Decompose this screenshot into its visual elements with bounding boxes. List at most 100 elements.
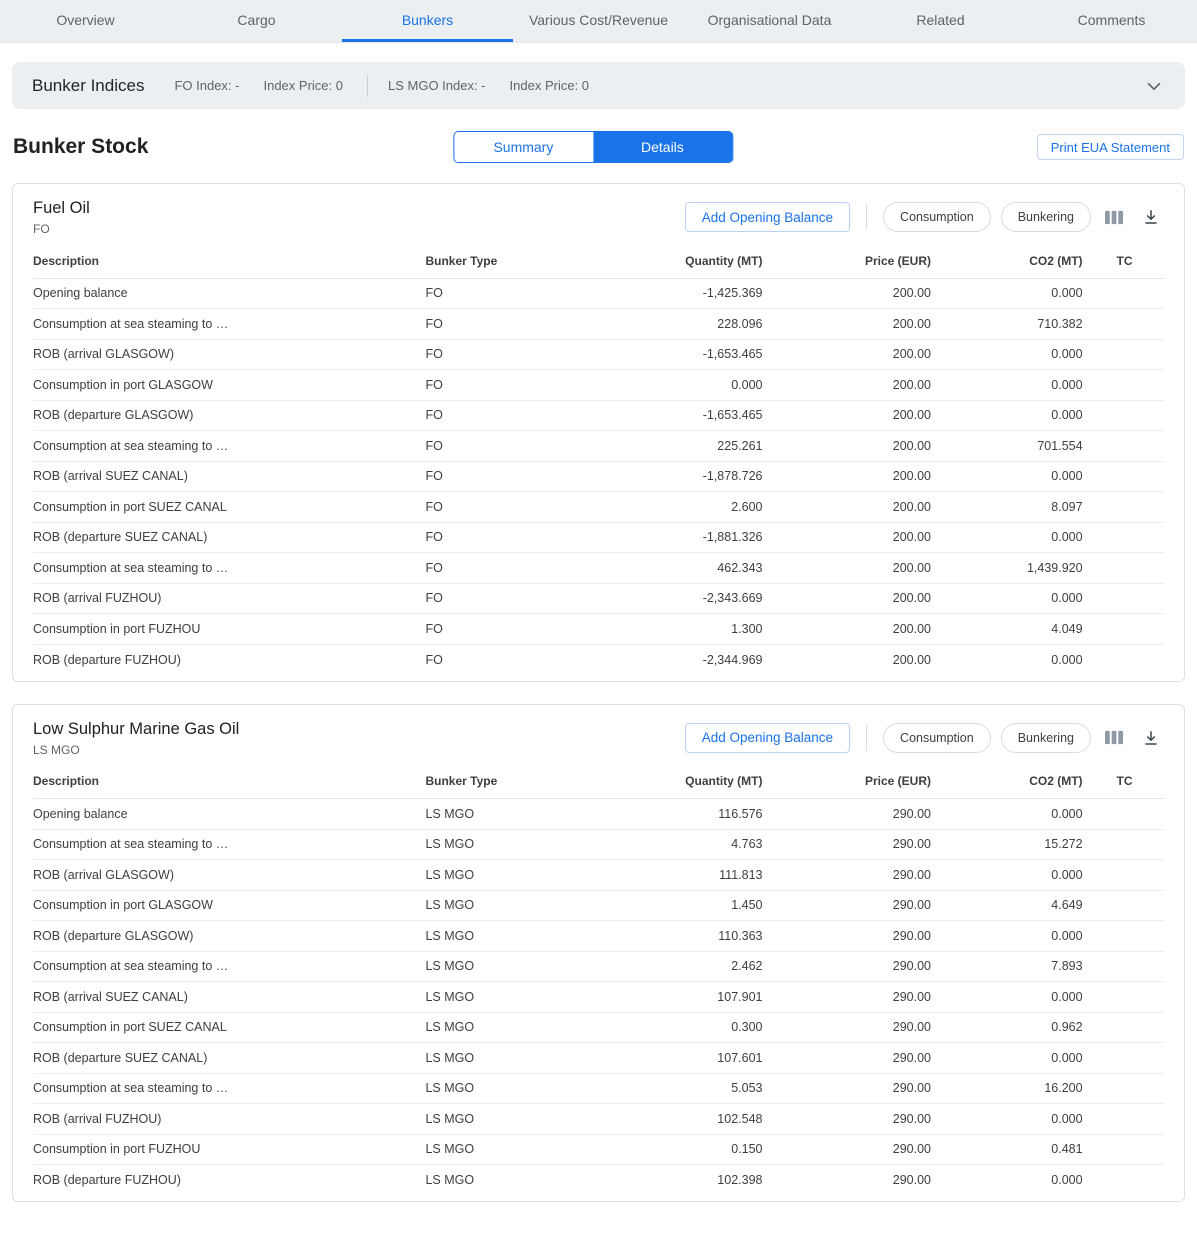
cell-description: Consumption in port FUZHOU (33, 614, 425, 645)
consumption-filter-button[interactable]: Consumption (883, 723, 991, 753)
cell-tc (1083, 522, 1164, 553)
fo-index-label: FO Index: - (174, 78, 239, 93)
table-row[interactable]: Consumption in port FUZHOULS MGO0.150290… (33, 1134, 1164, 1165)
ls-mgo-table: Description Bunker Type Quantity (MT) Pr… (33, 765, 1164, 1196)
table-row[interactable]: ROB (arrival FUZHOU)LS MGO102.548290.000… (33, 1104, 1164, 1135)
table-row[interactable]: ROB (departure GLASGOW)LS MGO110.363290.… (33, 921, 1164, 952)
cell-tc (1083, 1104, 1164, 1135)
cell-bunker-type: LS MGO (425, 921, 626, 952)
tab-organisational-data[interactable]: Organisational Data (684, 0, 855, 42)
cell-description: Consumption in port SUEZ CANAL (33, 492, 425, 523)
print-eua-statement-button[interactable]: Print EUA Statement (1037, 134, 1184, 160)
cell-price: 200.00 (762, 370, 931, 401)
download-button[interactable] (1138, 725, 1164, 751)
cell-quantity: 5.053 (627, 1073, 763, 1104)
cell-tc (1083, 431, 1164, 462)
table-row[interactable]: ROB (departure SUEZ CANAL)FO-1,881.32620… (33, 522, 1164, 553)
cell-co2: 710.382 (931, 309, 1083, 340)
table-row[interactable]: Consumption at sea steaming to …FO225.26… (33, 431, 1164, 462)
cell-quantity: 4.763 (627, 829, 763, 860)
cell-price: 290.00 (762, 921, 931, 952)
bunkering-filter-button[interactable]: Bunkering (1001, 723, 1091, 753)
cell-quantity: -2,344.969 (627, 644, 763, 675)
bunkering-filter-button[interactable]: Bunkering (1001, 202, 1091, 232)
table-row[interactable]: ROB (departure SUEZ CANAL)LS MGO107.6012… (33, 1043, 1164, 1074)
table-row[interactable]: ROB (arrival SUEZ CANAL)LS MGO107.901290… (33, 982, 1164, 1013)
cell-description: Consumption in port GLASGOW (33, 370, 425, 401)
cell-description: ROB (departure GLASGOW) (33, 400, 425, 431)
cell-description: ROB (departure FUZHOU) (33, 1165, 425, 1196)
cell-bunker-type: FO (425, 553, 626, 584)
cell-bunker-type: LS MGO (425, 1012, 626, 1043)
cell-description: ROB (departure GLASGOW) (33, 921, 425, 952)
header-price: Price (EUR) (762, 244, 931, 278)
cell-description: Consumption at sea steaming to … (33, 309, 425, 340)
table-row[interactable]: ROB (arrival GLASGOW)FO-1,653.465200.000… (33, 339, 1164, 370)
cell-bunker-type: LS MGO (425, 1165, 626, 1196)
cell-bunker-type: LS MGO (425, 799, 626, 830)
column-settings-button[interactable] (1101, 725, 1128, 750)
cell-description: Opening balance (33, 799, 425, 830)
table-row[interactable]: Consumption in port GLASGOWLS MGO1.45029… (33, 890, 1164, 921)
table-row[interactable]: Consumption at sea steaming to …FO228.09… (33, 309, 1164, 340)
table-row[interactable]: Consumption at sea steaming to …LS MGO5.… (33, 1073, 1164, 1104)
cell-tc (1083, 799, 1164, 830)
cell-quantity: 107.901 (627, 982, 763, 1013)
toggle-summary-button[interactable]: Summary (454, 132, 593, 162)
table-row[interactable]: ROB (arrival SUEZ CANAL)FO-1,878.726200.… (33, 461, 1164, 492)
lsmgo-index-price-label: Index Price: 0 (510, 78, 590, 93)
header-tc: TC (1083, 244, 1164, 278)
cell-bunker-type: FO (425, 583, 626, 614)
cell-quantity: -1,653.465 (627, 400, 763, 431)
table-row[interactable]: ROB (departure FUZHOU)LS MGO102.398290.0… (33, 1165, 1164, 1196)
add-opening-balance-button[interactable]: Add Opening Balance (685, 723, 850, 753)
tab-cargo[interactable]: Cargo (171, 0, 342, 42)
header-quantity: Quantity (MT) (627, 244, 763, 278)
table-row[interactable]: ROB (arrival GLASGOW)LS MGO111.813290.00… (33, 860, 1164, 891)
cell-co2: 0.000 (931, 522, 1083, 553)
tab-bunkers[interactable]: Bunkers (342, 0, 513, 42)
cell-quantity: -1,881.326 (627, 522, 763, 553)
table-row[interactable]: Consumption in port SUEZ CANALFO2.600200… (33, 492, 1164, 523)
cell-co2: 0.000 (931, 644, 1083, 675)
cell-description: ROB (departure SUEZ CANAL) (33, 1043, 425, 1074)
table-row[interactable]: Consumption in port SUEZ CANALLS MGO0.30… (33, 1012, 1164, 1043)
cell-price: 290.00 (762, 860, 931, 891)
tab-comments[interactable]: Comments (1026, 0, 1197, 42)
tab-various-cost-revenue[interactable]: Various Cost/Revenue (513, 0, 684, 42)
table-row[interactable]: ROB (departure GLASGOW)FO-1,653.465200.0… (33, 400, 1164, 431)
indices-collapse-toggle[interactable] (1143, 75, 1165, 97)
cell-quantity: 110.363 (627, 921, 763, 952)
consumption-filter-button[interactable]: Consumption (883, 202, 991, 232)
cell-price: 200.00 (762, 644, 931, 675)
table-row[interactable]: Consumption at sea steaming to …FO462.34… (33, 553, 1164, 584)
table-row[interactable]: ROB (departure FUZHOU)FO-2,344.969200.00… (33, 644, 1164, 675)
cell-price: 200.00 (762, 492, 931, 523)
add-opening-balance-button[interactable]: Add Opening Balance (685, 202, 850, 232)
tab-overview[interactable]: Overview (0, 0, 171, 42)
column-settings-button[interactable] (1101, 205, 1128, 230)
table-row[interactable]: Opening balanceLS MGO116.576290.000.000 (33, 799, 1164, 830)
table-row[interactable]: Consumption at sea steaming to …LS MGO4.… (33, 829, 1164, 860)
table-header-row: Description Bunker Type Quantity (MT) Pr… (33, 765, 1164, 799)
cell-tc (1083, 1134, 1164, 1165)
tab-related[interactable]: Related (855, 0, 1026, 42)
lsmgo-index-label: LS MGO Index: - (388, 78, 486, 93)
cell-quantity: 0.150 (627, 1134, 763, 1165)
table-row[interactable]: Opening balanceFO-1,425.369200.000.000 (33, 278, 1164, 309)
table-row[interactable]: ROB (arrival FUZHOU)FO-2,343.669200.000.… (33, 583, 1164, 614)
cell-description: ROB (departure SUEZ CANAL) (33, 522, 425, 553)
cell-bunker-type: LS MGO (425, 829, 626, 860)
table-row[interactable]: Consumption in port GLASGOWFO0.000200.00… (33, 370, 1164, 401)
cell-co2: 1,439.920 (931, 553, 1083, 584)
cell-description: ROB (arrival GLASGOW) (33, 339, 425, 370)
cell-tc (1083, 309, 1164, 340)
ls-mgo-card: Low Sulphur Marine Gas Oil LS MGO Add Op… (12, 704, 1185, 1203)
cell-co2: 0.000 (931, 921, 1083, 952)
cell-quantity: -1,878.726 (627, 461, 763, 492)
page-title: Bunker Stock (13, 135, 148, 159)
table-row[interactable]: Consumption at sea steaming to …LS MGO2.… (33, 951, 1164, 982)
table-row[interactable]: Consumption in port FUZHOUFO1.300200.004… (33, 614, 1164, 645)
download-button[interactable] (1138, 204, 1164, 230)
toggle-details-button[interactable]: Details (593, 132, 732, 162)
